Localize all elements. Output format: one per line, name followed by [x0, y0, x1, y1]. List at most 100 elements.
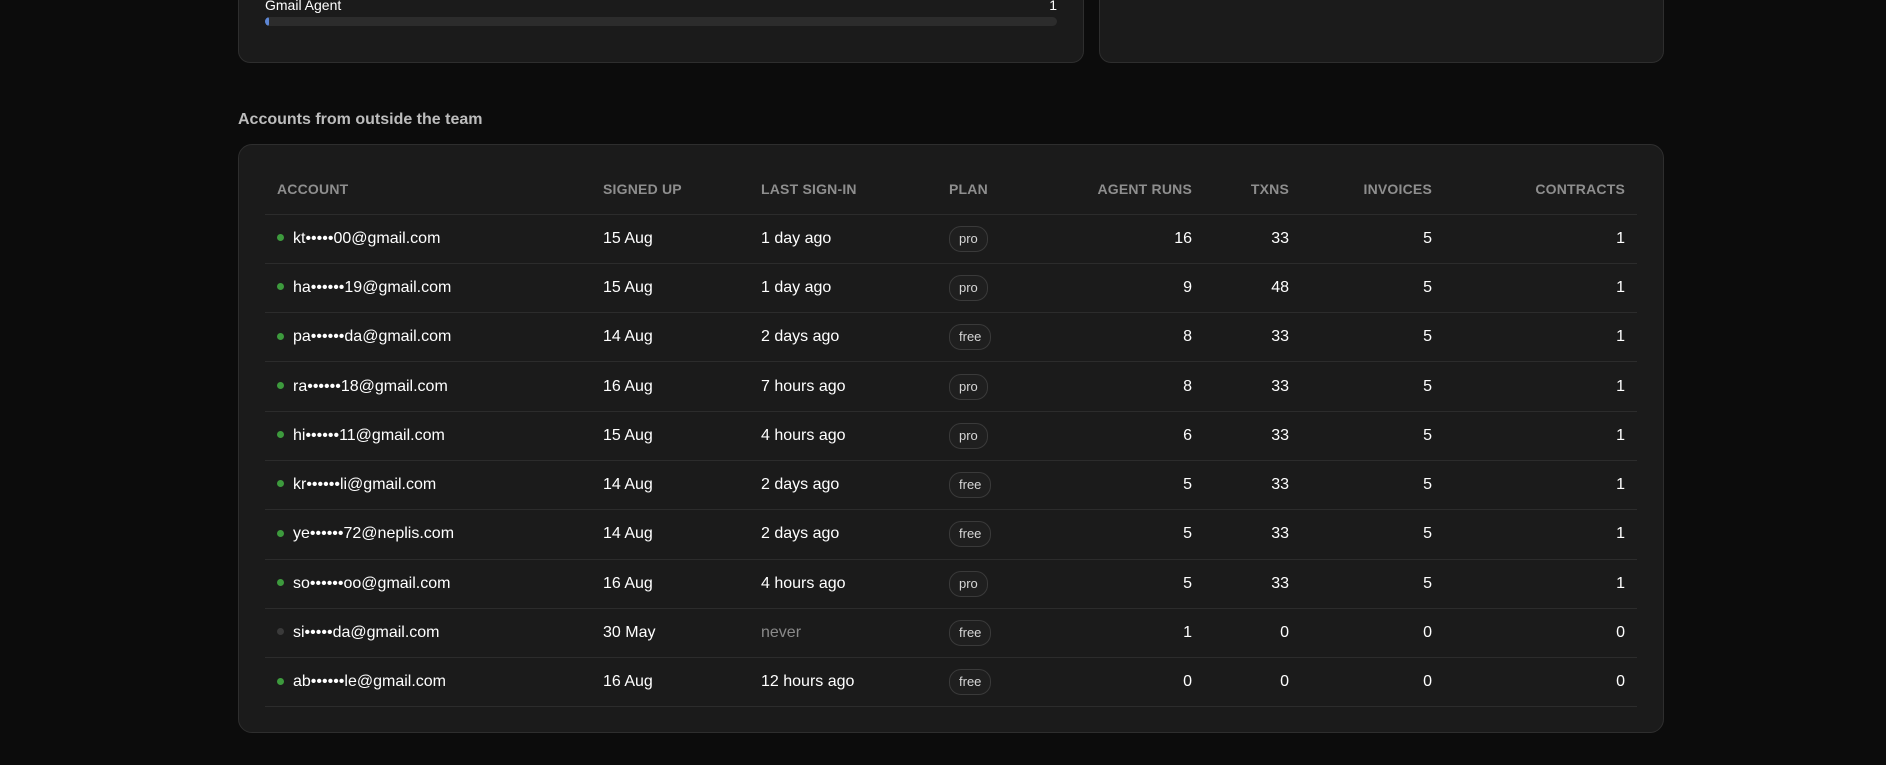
account-email[interactable]: hi••••••11@gmail.com — [293, 427, 445, 444]
account-email[interactable]: si•••••da@gmail.com — [293, 624, 440, 641]
plan-cell: free — [937, 460, 1057, 511]
account-cell: ab••••••le@gmail.com — [265, 657, 591, 708]
invoices-cell: 5 — [1301, 509, 1444, 560]
signed-up-date: 15 Aug — [603, 229, 653, 247]
last-sign-in-value: 1 day ago — [761, 229, 832, 247]
account-cell: kt•••••00@gmail.com — [265, 214, 591, 264]
table-row[interactable]: kt•••••00@gmail.com 15 Aug 1 day ago pro 16 3… — [265, 214, 1637, 264]
account-email[interactable]: so••••••oo@gmail.com — [293, 575, 450, 592]
txns-cell: 33 — [1204, 509, 1301, 560]
contracts-cell: 1 — [1444, 312, 1637, 363]
signed-up-cell: 16 Aug — [591, 657, 749, 708]
signed-up-cell: 16 Aug — [591, 361, 749, 412]
last-sign-in-value: 4 hours ago — [761, 426, 846, 444]
accounts-table: ACCOUNT SIGNED UP LAST SIGN-IN PLAN AGEN… — [265, 165, 1637, 708]
account-email[interactable]: kt•••••00@gmail.com — [293, 230, 440, 247]
table-row[interactable]: so••••••oo@gmail.com 16 Aug 4 hours ago pro… — [265, 559, 1637, 609]
column-header-txns[interactable]: TXNS — [1204, 165, 1301, 215]
column-header-signed-up[interactable]: SIGNED UP — [591, 165, 749, 215]
account-cell: kr••••••li@gmail.com — [265, 460, 591, 511]
last-sign-in-cell: 7 hours ago — [749, 361, 937, 412]
agent-runs-cell: 5 — [1057, 460, 1204, 511]
plan-cell: pro — [937, 361, 1057, 412]
account-email[interactable]: ra••••••18@gmail.com — [293, 378, 448, 395]
agent-runs-cell: 8 — [1057, 312, 1204, 363]
txns-cell: 33 — [1204, 460, 1301, 511]
plan-badge: free — [949, 521, 992, 548]
contracts-cell: 1 — [1444, 411, 1637, 461]
txns-cell: 33 — [1204, 411, 1301, 461]
account-email[interactable]: ab••••••le@gmail.com — [293, 673, 446, 690]
table-row[interactable]: hi••••••11@gmail.com 15 Aug 4 hours ago pro… — [265, 411, 1637, 461]
last-sign-in-cell: never — [749, 608, 937, 659]
agent-runs-cell: 5 — [1057, 509, 1204, 560]
last-sign-in-value: 12 hours ago — [761, 673, 855, 691]
last-sign-in-cell: 2 days ago — [749, 509, 937, 560]
plan-badge: pro — [949, 422, 988, 449]
table-row[interactable]: si•••••da@gmail.com 30 May never free 1 0 0 0 — [265, 608, 1637, 659]
signed-up-cell: 14 Aug — [591, 460, 749, 511]
agent-usage-progress — [265, 17, 1057, 26]
agent-usage-card: Gmail Agent 1 — [238, 0, 1084, 63]
plan-badge: pro — [949, 373, 988, 400]
active-status-dot — [277, 431, 284, 439]
side-card — [1099, 0, 1664, 63]
table-row[interactable]: ha••••••19@gmail.com 15 Aug 1 day ago pro 9 4… — [265, 263, 1637, 314]
plan-badge: pro — [949, 570, 988, 597]
account-cell: pa••••••da@gmail.com — [265, 312, 591, 363]
active-status-dot — [277, 283, 284, 291]
signed-up-date: 30 May — [603, 624, 656, 642]
active-status-dot — [277, 480, 284, 488]
last-sign-in-value: 7 hours ago — [761, 377, 846, 395]
agent-runs-cell: 5 — [1057, 559, 1204, 609]
signed-up-cell: 16 Aug — [591, 559, 749, 609]
inactive-status-dot — [277, 628, 284, 636]
last-sign-in-cell: 2 days ago — [749, 312, 937, 363]
active-status-dot — [277, 381, 284, 389]
signed-up-date: 14 Aug — [603, 476, 653, 494]
column-header-last-sign-in[interactable]: LAST SIGN-IN — [749, 165, 937, 215]
column-header-account[interactable]: ACCOUNT — [265, 165, 591, 215]
active-status-dot — [277, 529, 284, 537]
active-status-dot — [277, 332, 284, 340]
last-sign-in-cell: 2 days ago — [749, 460, 937, 511]
column-header-plan[interactable]: PLAN — [937, 165, 1057, 215]
table-row[interactable]: ab••••••le@gmail.com 16 Aug 12 hours ago fr… — [265, 657, 1637, 708]
plan-cell: free — [937, 312, 1057, 363]
last-sign-in-cell: 4 hours ago — [749, 559, 937, 609]
active-status-dot — [277, 233, 284, 241]
last-sign-in-value: 1 day ago — [761, 278, 832, 296]
invoices-cell: 5 — [1301, 361, 1444, 412]
last-sign-in-cell: 12 hours ago — [749, 657, 937, 708]
table-row[interactable]: kr••••••li@gmail.com 14 Aug 2 days ago free… — [265, 460, 1637, 511]
account-email[interactable]: ha••••••19@gmail.com — [293, 279, 451, 296]
column-header-agent-runs[interactable]: AGENT RUNS — [1057, 165, 1204, 215]
invoices-cell: 5 — [1301, 460, 1444, 511]
contracts-cell: 1 — [1444, 460, 1637, 511]
table-row[interactable]: ye••••••72@neplis.com 14 Aug 2 days ago fre… — [265, 509, 1637, 560]
account-email[interactable]: pa••••••da@gmail.com — [293, 328, 451, 345]
account-email[interactable]: ye••••••72@neplis.com — [293, 525, 454, 542]
account-email[interactable]: kr••••••li@gmail.com — [293, 476, 436, 493]
plan-badge: free — [949, 620, 992, 647]
table-row[interactable]: pa••••••da@gmail.com 14 Aug 2 days ago free… — [265, 312, 1637, 363]
column-header-contracts[interactable]: CONTRACTS — [1444, 165, 1637, 215]
signed-up-date: 14 Aug — [603, 328, 653, 346]
plan-badge: free — [949, 324, 992, 351]
txns-cell: 33 — [1204, 559, 1301, 609]
active-status-dot — [277, 677, 284, 685]
last-sign-in-value: 2 days ago — [761, 328, 840, 346]
last-sign-in-cell: 1 day ago — [749, 263, 937, 314]
signed-up-date: 14 Aug — [603, 525, 653, 543]
agent-name: Gmail Agent — [265, 0, 342, 13]
agent-runs-cell: 6 — [1057, 411, 1204, 461]
signed-up-cell: 14 Aug — [591, 312, 749, 363]
contracts-cell: 1 — [1444, 361, 1637, 412]
column-header-invoices[interactable]: INVOICES — [1301, 165, 1444, 215]
txns-cell: 33 — [1204, 312, 1301, 363]
txns-cell: 33 — [1204, 214, 1301, 264]
contracts-cell: 1 — [1444, 263, 1637, 314]
last-sign-in-value: never — [761, 624, 802, 642]
table-row[interactable]: ra••••••18@gmail.com 16 Aug 7 hours ago pro… — [265, 361, 1637, 412]
plan-cell: free — [937, 608, 1057, 659]
